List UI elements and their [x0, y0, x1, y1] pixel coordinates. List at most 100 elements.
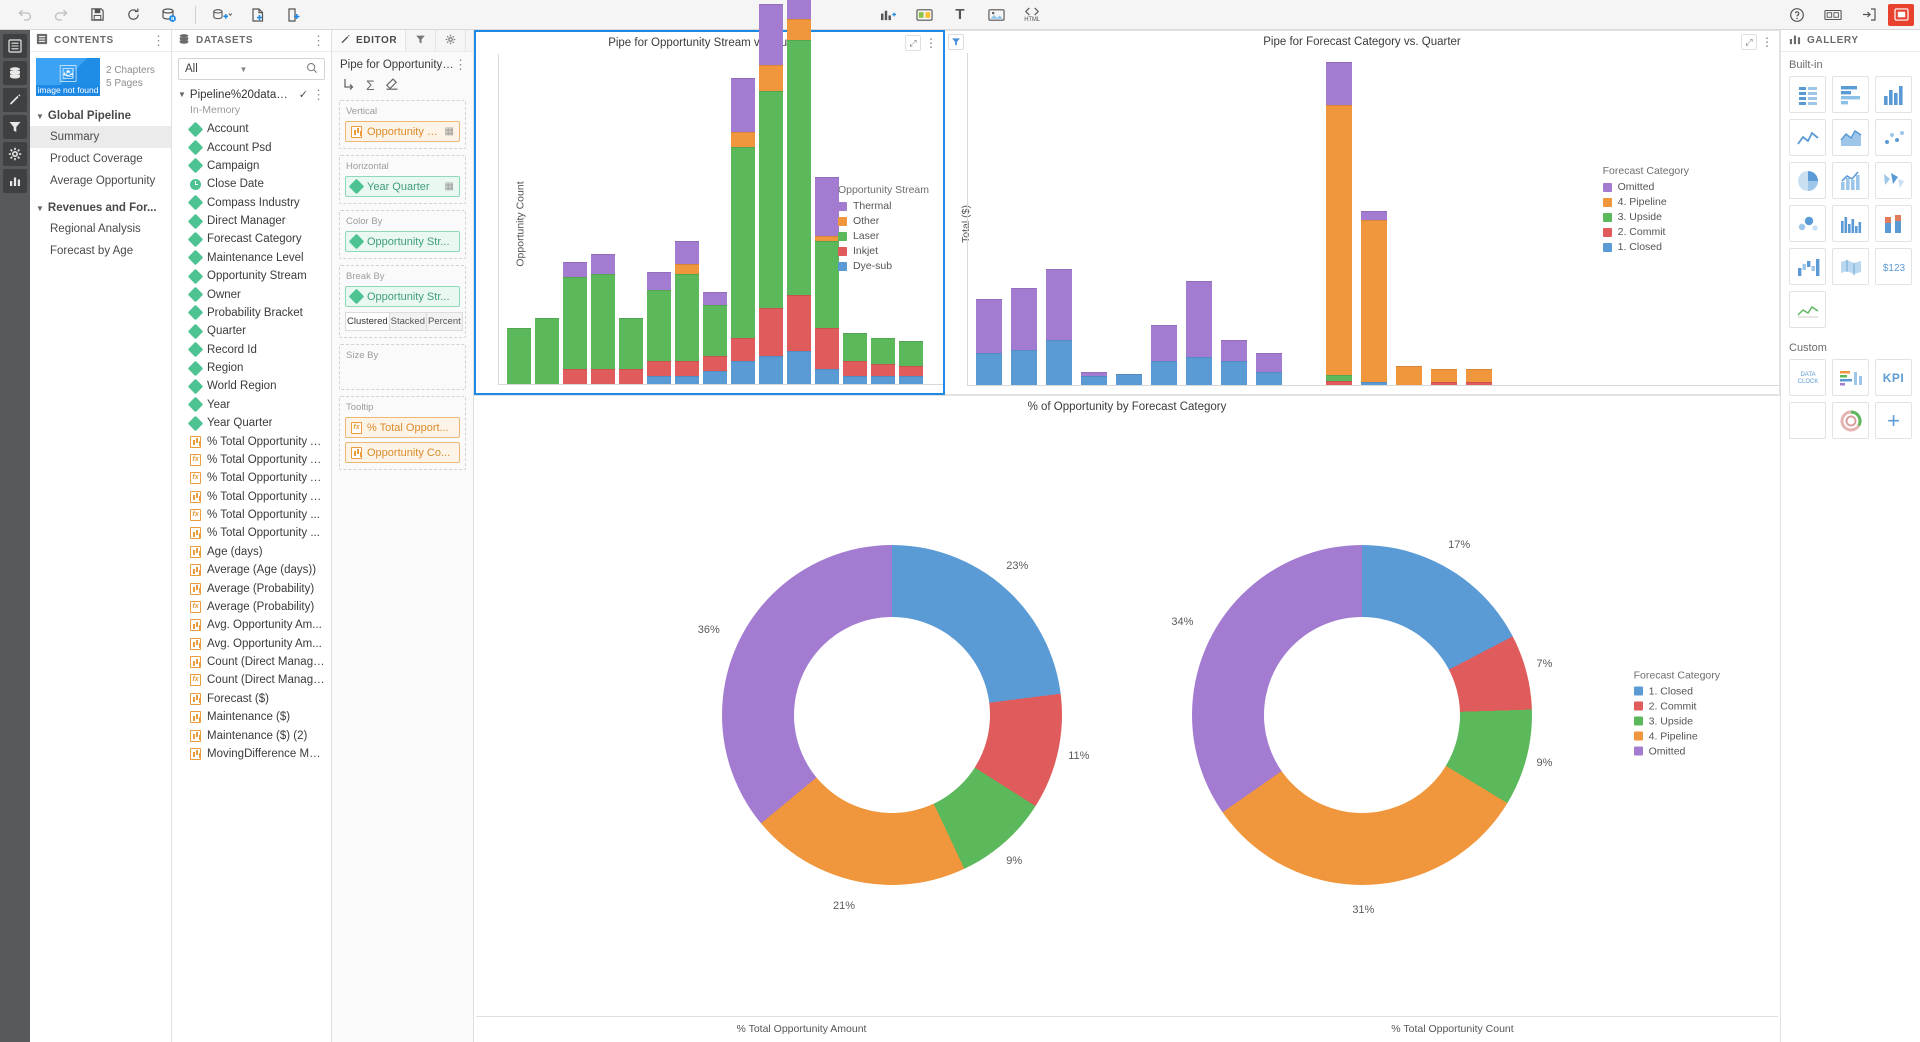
dataset-field-item[interactable]: Maintenance ($) (2) — [172, 726, 331, 744]
bar-segment[interactable] — [759, 91, 783, 308]
chart-2-menu-icon[interactable]: ⋮ — [1759, 34, 1775, 50]
legend-item[interactable]: 4. Pipeline — [1634, 730, 1720, 742]
legend-item[interactable]: 3. Upside — [1634, 715, 1720, 727]
bar-segment[interactable] — [976, 299, 1002, 353]
bar-segment[interactable] — [591, 274, 615, 368]
shelf-size-by[interactable]: Size By — [339, 344, 466, 390]
dataset-field-item[interactable]: % Total Opportunity ... — [172, 524, 331, 542]
dataset-root-node[interactable]: ▼ Pipeline%20data%2... ✓ ⋮ — [172, 86, 331, 103]
sidebar-item-datasets[interactable] — [3, 61, 27, 85]
gallery-custom-chart[interactable] — [1832, 359, 1869, 396]
shelf-color-by-pill[interactable]: Opportunity Str... — [345, 231, 460, 252]
bar-segment[interactable] — [1326, 105, 1352, 375]
bar-segment[interactable] — [815, 328, 839, 369]
bar-segment[interactable] — [899, 376, 923, 384]
bar-segment[interactable] — [1221, 340, 1247, 362]
legend-item[interactable]: 4. Pipeline — [1603, 196, 1689, 208]
chart-widget-opportunity-stream[interactable]: Pipe for Opportunity Stream vs. Quarter … — [474, 30, 945, 395]
legend-item[interactable]: 1. Closed — [1603, 241, 1689, 253]
bar-segment[interactable] — [731, 78, 755, 132]
bar-segment[interactable] — [1466, 369, 1492, 382]
hierarchy-icon[interactable] — [342, 77, 356, 94]
gallery-stacked[interactable] — [1875, 205, 1912, 242]
bar-segment[interactable] — [759, 356, 783, 384]
dataset-field-item[interactable]: Opportunity Stream — [172, 267, 331, 285]
dataset-field-item[interactable]: Avg. Opportunity Am... — [172, 616, 331, 634]
shelf-horizontal-pill[interactable]: Year Quarter ▦ — [345, 176, 460, 197]
bar-column[interactable] — [731, 78, 755, 384]
bar-column[interactable] — [899, 341, 923, 384]
help-icon[interactable] — [1780, 2, 1814, 28]
insert-html-icon[interactable]: HTML — [1015, 2, 1049, 28]
bar-segment[interactable] — [619, 318, 643, 369]
bar-segment[interactable] — [675, 274, 699, 361]
dataset-field-item[interactable]: Count (Direct Manager) — [172, 653, 331, 671]
bar-column[interactable] — [675, 241, 699, 384]
gallery-custom-radial[interactable] — [1832, 402, 1869, 439]
new-page-icon[interactable] — [241, 2, 275, 28]
bar-segment[interactable] — [843, 333, 867, 361]
tree-group-revenues[interactable]: ▼ Revenues and For... — [30, 198, 171, 218]
tree-group-global-pipeline[interactable]: ▼ Global Pipeline — [30, 106, 171, 126]
bar-column[interactable] — [759, 4, 783, 384]
database-pause-icon[interactable] — [152, 2, 186, 28]
undo-icon[interactable] — [8, 2, 42, 28]
bar-segment[interactable] — [1221, 361, 1247, 385]
bar-segment[interactable] — [1361, 211, 1387, 220]
page-thumbnail[interactable]: 🖼 image not found — [36, 58, 100, 96]
bar-segment[interactable] — [1186, 281, 1212, 357]
dataset-field-item[interactable]: Probability Bracket — [172, 304, 331, 322]
shelf-vertical-pill[interactable]: Opportunity Co... ▦ — [345, 121, 460, 142]
bar-segment[interactable] — [1011, 288, 1037, 351]
tree-item-forecast-by-age[interactable]: Forecast by Age — [30, 240, 171, 262]
bar-segment[interactable] — [1431, 382, 1457, 385]
bar-column[interactable] — [1046, 269, 1072, 385]
chevron-down-icon[interactable]: ▼ — [240, 65, 248, 74]
sidebar-item-contents[interactable] — [3, 34, 27, 58]
legend-item[interactable]: Omitted — [1603, 181, 1689, 193]
legend-item[interactable]: 3. Upside — [1603, 211, 1689, 223]
bar-segment[interactable] — [843, 376, 867, 384]
bar-column[interactable] — [1221, 340, 1247, 385]
bar-column[interactable] — [1011, 288, 1037, 385]
shelf-break-by[interactable]: Break By Opportunity Str... Clustered St… — [339, 265, 466, 338]
dataset-field-item[interactable]: % Total Opportunity A... — [172, 488, 331, 506]
donut-chart-count[interactable]: 17%7%9%31%34% — [1192, 545, 1532, 885]
new-chapter-icon[interactable] — [277, 2, 311, 28]
bar-segment[interactable] — [731, 361, 755, 384]
shelf-tooltip-pill-1[interactable]: fx % Total Opport... — [345, 417, 460, 438]
bar-segment[interactable] — [675, 361, 699, 376]
tree-item-regional-analysis[interactable]: Regional Analysis — [30, 218, 171, 240]
bar-segment[interactable] — [1361, 382, 1387, 385]
sidebar-item-analytics[interactable] — [3, 169, 27, 193]
bar-segment[interactable] — [1361, 220, 1387, 382]
legend-item[interactable]: Thermal — [838, 200, 929, 212]
bar-column[interactable] — [703, 292, 727, 384]
bar-segment[interactable] — [871, 338, 895, 364]
bar-segment[interactable] — [787, 0, 811, 19]
dataset-field-item[interactable]: Maintenance ($) — [172, 708, 331, 726]
tab-filters[interactable] — [406, 30, 436, 51]
dataset-menu-icon[interactable]: ⋮ — [312, 90, 325, 100]
bar-segment[interactable] — [647, 361, 671, 376]
dataset-field-item[interactable]: Owner — [172, 285, 331, 303]
bar-column[interactable] — [1151, 325, 1177, 385]
expand-icon[interactable]: ⤢ — [905, 35, 921, 51]
dataset-field-item[interactable]: Direct Manager — [172, 212, 331, 230]
chart-1-menu-icon[interactable]: ⋮ — [923, 35, 939, 51]
legend-item[interactable]: 2. Commit — [1634, 700, 1720, 712]
dataset-field-item[interactable]: Year — [172, 396, 331, 414]
dataset-field-item[interactable]: MovingDifference Me... — [172, 745, 331, 763]
dataset-field-item[interactable]: Account Psd — [172, 138, 331, 156]
dataset-field-item[interactable]: Year Quarter — [172, 414, 331, 432]
sidebar-item-settings[interactable] — [3, 142, 27, 166]
chart-2-filter-icon[interactable] — [948, 34, 964, 50]
bar-segment[interactable] — [507, 328, 531, 384]
bar-segment[interactable] — [1256, 372, 1282, 385]
donut-chart-amount[interactable]: 23%11%9%21%36% — [722, 545, 1062, 885]
share-icon[interactable] — [1852, 2, 1886, 28]
bar-segment[interactable] — [899, 366, 923, 376]
bar-segment[interactable] — [759, 308, 783, 356]
bar-segment[interactable] — [871, 364, 895, 377]
datasets-menu-icon[interactable]: ⋮ — [312, 36, 325, 46]
